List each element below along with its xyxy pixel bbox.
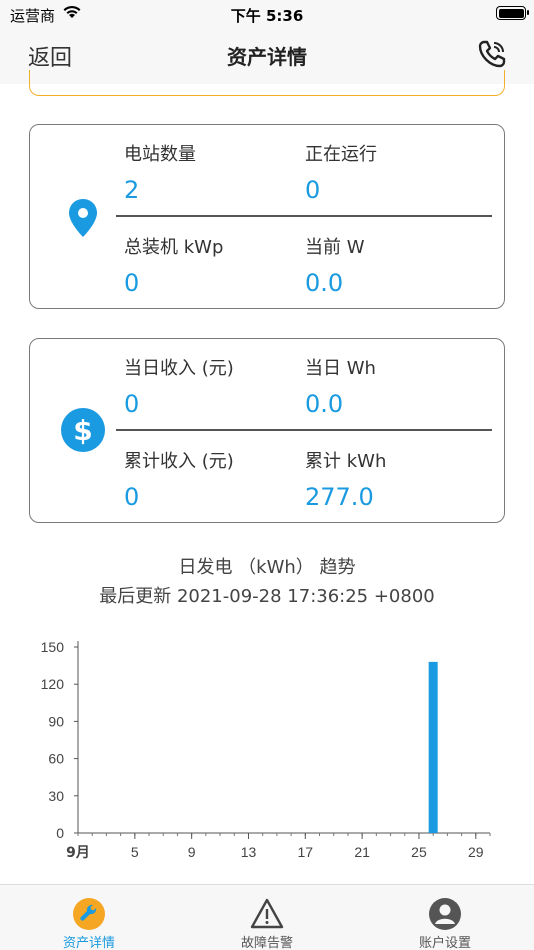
x-month-label: 9月 — [66, 845, 90, 861]
x-tick-label: 17 — [298, 844, 314, 860]
y-tick-label: 30 — [48, 788, 64, 804]
y-tick-label: 90 — [48, 713, 64, 729]
day-wh-label: 当日 Wh — [305, 358, 376, 379]
battery-icon — [496, 6, 529, 20]
tab-label: 账户设置 — [418, 936, 471, 950]
running-label: 正在运行 — [305, 144, 377, 165]
clock: 下午 5:36 — [230, 7, 304, 25]
station-summary-card: 电站数量 2 正在运行 0 总装机 kWp 0 当前 W 0.0 — [29, 124, 505, 309]
x-tick-label: 29 — [468, 844, 484, 860]
tab-label: 资产详情 — [62, 936, 115, 950]
income-summary-card: $ 当日收入 (元) 0 当日 Wh 0.0 累计收入 (元) 0 累计 kWh… — [29, 338, 505, 523]
chart-bar — [428, 661, 438, 833]
x-tick-label: 25 — [411, 844, 427, 860]
x-tick-label: 5 — [131, 844, 139, 860]
wrench-icon — [73, 898, 105, 930]
y-tick-label: 120 — [41, 676, 65, 692]
svg-text:$: $ — [73, 414, 92, 447]
current-power-value: 0.0 — [305, 269, 344, 297]
tab-asset-details[interactable]: 资产详情 — [0, 885, 178, 950]
card-divider — [116, 215, 492, 217]
installed-capacity-label: 总装机 kWp — [124, 237, 224, 258]
y-tick-label: 60 — [48, 751, 64, 767]
x-tick-label: 13 — [241, 844, 257, 860]
day-wh-value: 0.0 — [305, 390, 344, 418]
user-icon — [429, 898, 461, 930]
total-kwh-value: 277.0 — [305, 483, 374, 511]
dollar-icon: $ — [61, 408, 105, 452]
day-income-label: 当日收入 (元) — [124, 358, 234, 379]
station-count-value: 2 — [124, 176, 140, 204]
x-tick-label: 9 — [188, 844, 196, 860]
daily-generation-chart: 0 30 60 90 120 150 9月 5 9 13 17 21 25 29 — [41, 639, 491, 861]
tab-bar: 资产详情 故障告警 账户设置 — [0, 884, 534, 950]
tab-label: 故障告警 — [240, 936, 293, 950]
chart-last-updated: 最后更新 2021-09-28 17:36:25 +0800 — [99, 586, 435, 607]
page-title: 资产详情 — [227, 45, 307, 69]
total-income-label: 累计收入 (元) — [124, 451, 234, 472]
station-count-label: 电站数量 — [124, 144, 196, 165]
x-tick-label: 21 — [354, 844, 370, 860]
total-kwh-label: 累计 kWh — [305, 451, 387, 472]
tab-account-settings[interactable]: 账户设置 — [356, 885, 534, 950]
y-tick-label: 150 — [41, 639, 65, 655]
phone-icon[interactable] — [475, 37, 509, 71]
chart-title: 日发电 （kWh） 趋势 — [178, 557, 356, 578]
installed-capacity-value: 0 — [124, 269, 140, 297]
location-pin-icon — [69, 199, 97, 237]
running-value: 0 — [305, 176, 321, 204]
current-power-label: 当前 W — [305, 237, 365, 258]
previous-card-edge — [29, 70, 505, 96]
warning-icon — [250, 898, 284, 929]
card-divider — [116, 429, 492, 431]
status-bar: 运营商 下午 5:36 — [0, 0, 534, 28]
total-income-value: 0 — [124, 483, 140, 511]
y-tick-label: 0 — [56, 825, 64, 841]
day-income-value: 0 — [124, 390, 140, 418]
tab-fault-alerts[interactable]: 故障告警 — [178, 885, 356, 950]
